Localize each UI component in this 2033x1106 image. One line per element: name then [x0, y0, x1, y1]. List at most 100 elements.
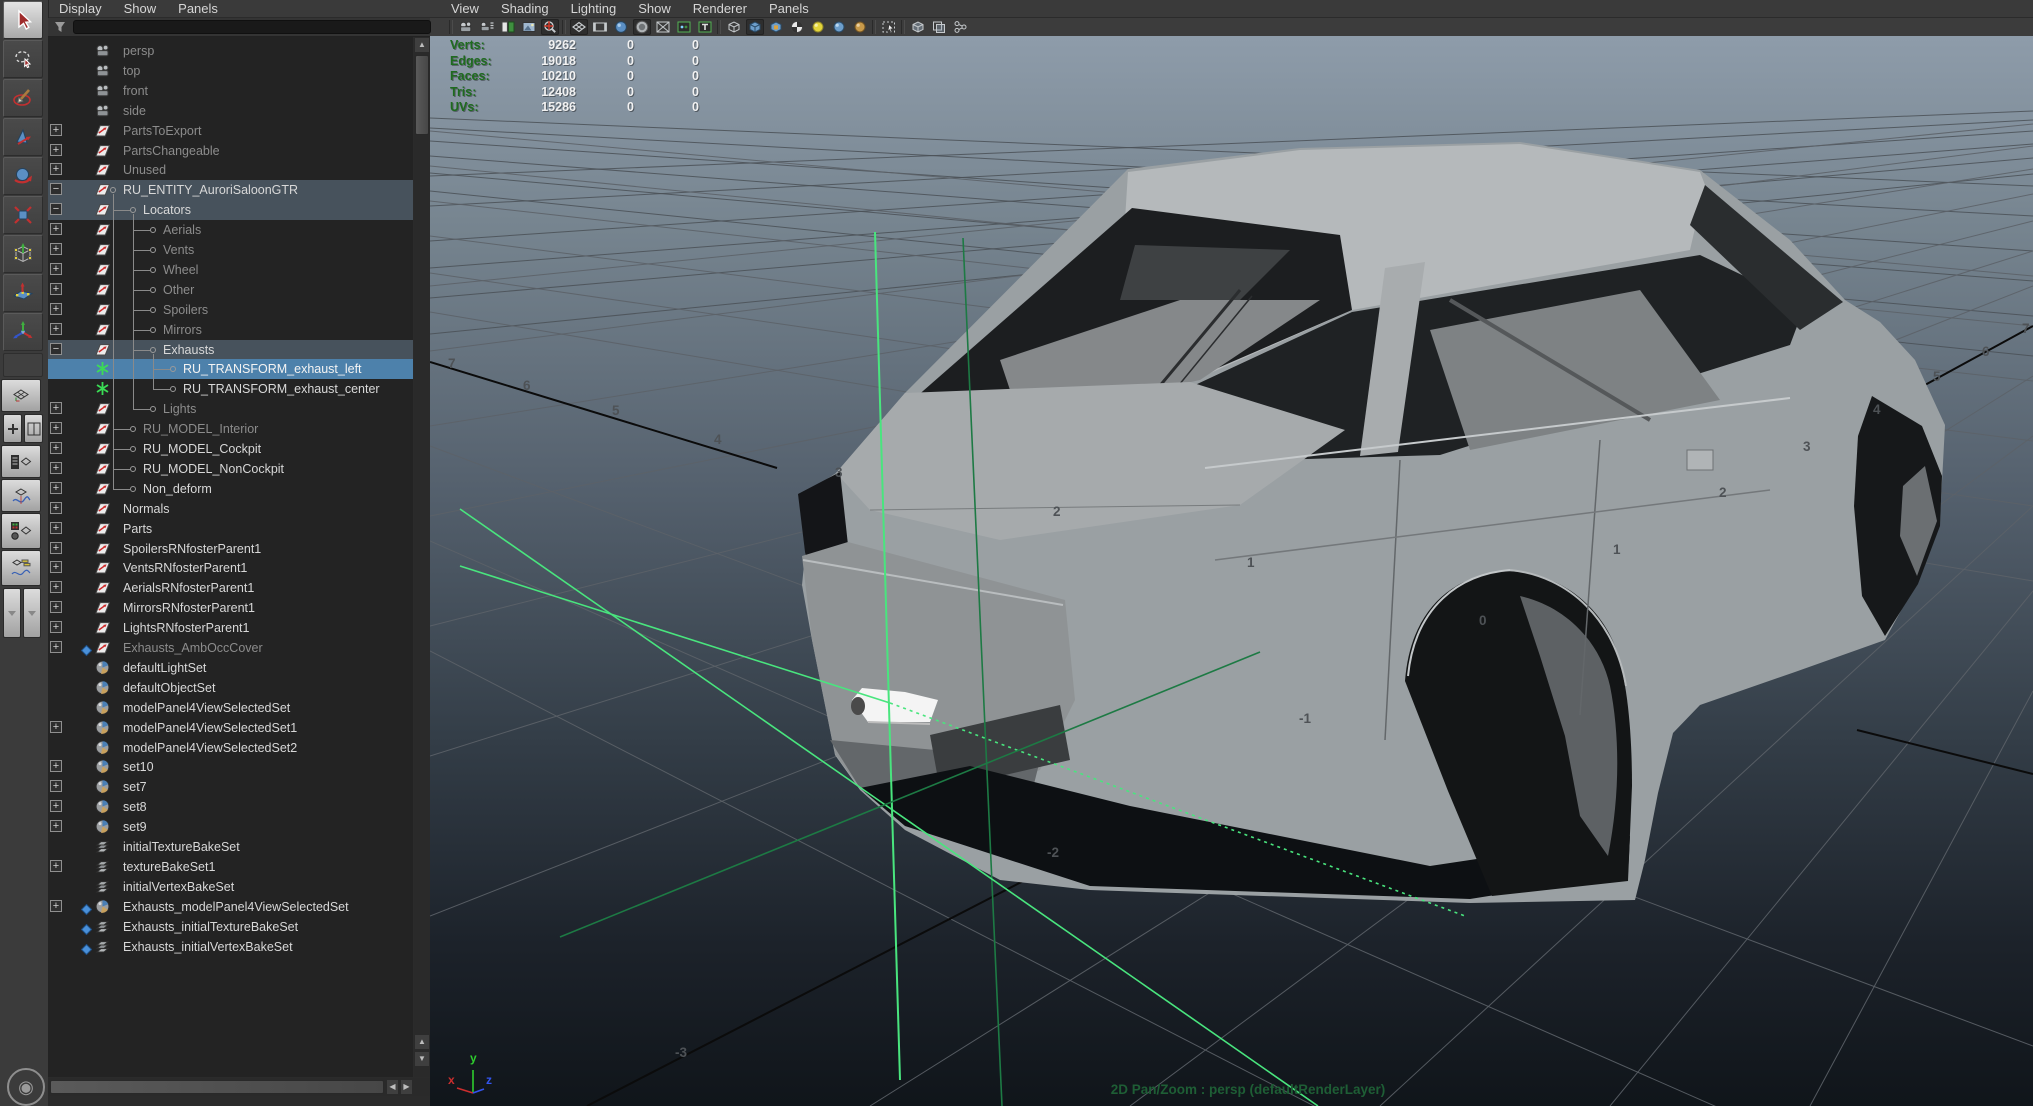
- collapse-icon[interactable]: −: [50, 183, 62, 195]
- wireframe-icon[interactable]: [725, 19, 743, 35]
- expand-icon[interactable]: +: [50, 442, 62, 454]
- outliner-row[interactable]: front: [48, 81, 413, 101]
- outliner-row[interactable]: +Spoilers: [48, 300, 413, 320]
- grid-icon[interactable]: [570, 19, 588, 35]
- outliner-row[interactable]: +Aerials: [48, 220, 413, 240]
- outliner-row[interactable]: +SpoilersRNfosterParent1: [48, 539, 413, 559]
- xray-icon[interactable]: [909, 19, 927, 35]
- expand-icon[interactable]: +: [50, 263, 62, 275]
- vscroll-up-button[interactable]: ▲: [414, 37, 430, 53]
- single-pane-layout[interactable]: [1, 379, 41, 412]
- all-lights-icon[interactable]: [851, 19, 869, 35]
- toolbox-bottom-icon[interactable]: ◉: [7, 1068, 45, 1106]
- hscroll-thumb[interactable]: [50, 1080, 384, 1094]
- vscroll-down-button[interactable]: ▼: [414, 1051, 430, 1067]
- outliner-menu-show[interactable]: Show: [113, 0, 168, 17]
- outliner-row[interactable]: side: [48, 101, 413, 121]
- outliner-row[interactable]: +Unused: [48, 160, 413, 180]
- outliner-row[interactable]: +Exhausts_modelPanel4ViewSelectedSet: [48, 897, 413, 917]
- viewport-menu-lighting[interactable]: Lighting: [560, 0, 628, 17]
- pan-zoom-icon[interactable]: [541, 19, 559, 35]
- layout-dropdown-left[interactable]: [3, 588, 21, 638]
- hscroll-left-button[interactable]: ◀: [386, 1079, 399, 1095]
- paint-select-tool[interactable]: [3, 79, 43, 117]
- outliner-row[interactable]: +RU_MODEL_Cockpit: [48, 439, 413, 459]
- expand-icon[interactable]: +: [50, 163, 62, 175]
- outliner-menu-display[interactable]: Display: [48, 0, 113, 17]
- universal-manipulator-tool[interactable]: [3, 235, 43, 273]
- persp-graph-layout[interactable]: [1, 479, 41, 512]
- outliner-row[interactable]: +RU_MODEL_Interior: [48, 419, 413, 439]
- expand-icon[interactable]: +: [50, 860, 62, 872]
- expand-icon[interactable]: +: [50, 621, 62, 633]
- outliner-row[interactable]: +PartsChangeable: [48, 141, 413, 161]
- expand-icon[interactable]: +: [50, 721, 62, 733]
- expand-icon[interactable]: +: [50, 422, 62, 434]
- isolate-select-icon[interactable]: [880, 19, 898, 35]
- outliner-row[interactable]: RU_TRANSFORM_exhaust_left: [48, 359, 413, 379]
- safe-action-icon[interactable]: [675, 19, 693, 35]
- outliner-row[interactable]: −Locators: [48, 200, 413, 220]
- expand-icon[interactable]: +: [50, 760, 62, 772]
- move-tool[interactable]: [3, 118, 43, 156]
- outliner-row[interactable]: RU_TRANSFORM_exhaust_center: [48, 379, 413, 399]
- outliner-row[interactable]: persp: [48, 41, 413, 61]
- expand-icon[interactable]: +: [50, 144, 62, 156]
- expand-icon[interactable]: +: [50, 482, 62, 494]
- collapse-icon[interactable]: −: [50, 203, 62, 215]
- outliner-row[interactable]: +MirrorsRNfosterParent1: [48, 598, 413, 618]
- expand-icon[interactable]: +: [50, 581, 62, 593]
- outliner-row[interactable]: −RU_ENTITY_AuroriSaloonGTR: [48, 180, 413, 200]
- safe-title-icon[interactable]: [696, 19, 714, 35]
- smooth-shaded-icon[interactable]: [746, 19, 764, 35]
- vscroll-thumb[interactable]: [415, 55, 429, 135]
- plugin-shapes-icon[interactable]: [951, 19, 969, 35]
- expand-icon[interactable]: +: [50, 641, 62, 653]
- lasso-select-tool[interactable]: [3, 40, 43, 78]
- outliner-row[interactable]: defaultObjectSet: [48, 678, 413, 698]
- outliner-row[interactable]: +set10: [48, 757, 413, 777]
- outliner-search-input[interactable]: [73, 20, 431, 34]
- four-pane-layout[interactable]: [3, 414, 22, 443]
- viewport-menu-view[interactable]: View: [440, 0, 490, 17]
- layout-dropdown-right[interactable]: [23, 588, 41, 638]
- bookmarks-icon[interactable]: [499, 19, 517, 35]
- expand-icon[interactable]: +: [50, 561, 62, 573]
- outliner-row[interactable]: +RU_MODEL_NonCockpit: [48, 459, 413, 479]
- scale-tool[interactable]: [3, 196, 43, 234]
- expand-icon[interactable]: +: [50, 601, 62, 613]
- expand-icon[interactable]: +: [50, 820, 62, 832]
- expand-icon[interactable]: +: [50, 303, 62, 315]
- gate-mask-icon[interactable]: [633, 19, 651, 35]
- camera-select-icon[interactable]: [457, 19, 475, 35]
- soft-modification-tool[interactable]: [3, 274, 43, 312]
- no-lights-icon[interactable]: [809, 19, 827, 35]
- outliner-row[interactable]: initialTextureBakeSet: [48, 837, 413, 857]
- outliner-row[interactable]: modelPanel4ViewSelectedSet: [48, 698, 413, 718]
- outliner-vscrollbar[interactable]: [414, 37, 430, 1077]
- outliner-row[interactable]: +Normals: [48, 499, 413, 519]
- outliner-row[interactable]: top: [48, 61, 413, 81]
- outliner-row[interactable]: +set8: [48, 797, 413, 817]
- rotate-tool[interactable]: [3, 157, 43, 195]
- outliner-row[interactable]: Exhausts_initialVertexBakeSet: [48, 937, 413, 957]
- outliner-row[interactable]: +modelPanel4ViewSelectedSet1: [48, 718, 413, 738]
- viewport-menu-shading[interactable]: Shading: [490, 0, 560, 17]
- textured-icon[interactable]: [767, 19, 785, 35]
- show-manipulator-tool[interactable]: [3, 313, 43, 351]
- outliner-row[interactable]: modelPanel4ViewSelectedSet2: [48, 738, 413, 758]
- outliner-row[interactable]: +Lights: [48, 399, 413, 419]
- outliner-row[interactable]: Exhausts_initialTextureBakeSet: [48, 917, 413, 937]
- expand-icon[interactable]: +: [50, 223, 62, 235]
- outliner-row[interactable]: +textureBakeSet1: [48, 857, 413, 877]
- outliner-row[interactable]: +set7: [48, 777, 413, 797]
- hscroll-right-button[interactable]: ▶: [400, 1079, 413, 1095]
- expand-icon[interactable]: +: [50, 402, 62, 414]
- expand-icon[interactable]: +: [50, 900, 62, 912]
- expand-icon[interactable]: +: [50, 283, 62, 295]
- camera-settings-icon[interactable]: [478, 19, 496, 35]
- field-chart-icon[interactable]: [654, 19, 672, 35]
- outliner-row[interactable]: +Wheel: [48, 260, 413, 280]
- outliner-row[interactable]: +Non_deform: [48, 479, 413, 499]
- default-lighting-icon[interactable]: [830, 19, 848, 35]
